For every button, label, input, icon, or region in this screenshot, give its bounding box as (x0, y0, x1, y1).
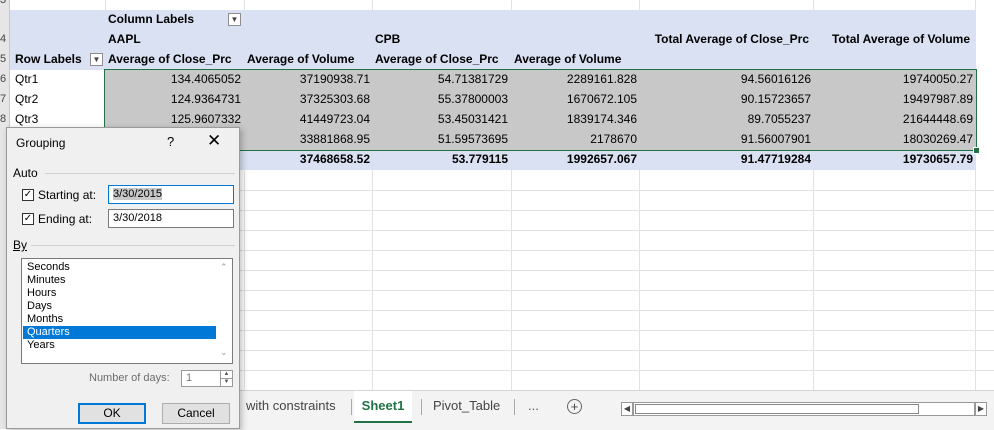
add-sheet-button[interactable]: + (567, 399, 582, 414)
dialog-title: Grouping (16, 136, 66, 150)
header-aapl-avg-close: Average of Close_Prc (108, 52, 232, 66)
close-icon[interactable]: ✕ (207, 131, 221, 151)
ok-button[interactable]: OK (78, 403, 146, 424)
tab-divider (351, 399, 352, 415)
scrollbar-thumb[interactable] (635, 404, 919, 414)
list-item[interactable]: Days (23, 300, 216, 313)
header-total-avg-close: Total Average of Close_Prc (654, 32, 809, 46)
auto-group-label: Auto (13, 166, 38, 180)
row-labels-filter-button[interactable]: ▼ (90, 53, 103, 66)
row-number[interactable]: 3 (0, 0, 9, 6)
list-item[interactable]: Years (23, 339, 216, 352)
starting-at-input[interactable]: 3/30/2015 (108, 185, 234, 204)
table-cell[interactable]: 19730657.79 (813, 150, 973, 169)
group-header-aapl: AAPL (108, 32, 141, 46)
row-label-qtr2[interactable]: Qtr2 (15, 90, 38, 109)
header-total-avg-volume: Total Average of Volume (831, 32, 970, 46)
tab-with-constraints[interactable]: with constraints (240, 391, 342, 421)
by-listbox[interactable]: Seconds Minutes Hours Days Months Quarte… (21, 258, 233, 364)
listbox-scrollbar[interactable]: ⌃ ⌄ (216, 259, 232, 363)
header-cpb-avg-volume: Average of Volume (514, 52, 622, 66)
grouping-dialog: Grouping ? ✕ Auto ✓ Starting at: 3/30/20… (6, 127, 240, 429)
ending-at-checkbox[interactable]: ✓ (22, 213, 34, 225)
tab-divider (514, 399, 515, 415)
help-button[interactable]: ? (167, 134, 174, 149)
row-number[interactable]: 6 (0, 73, 9, 85)
number-of-days-stepper[interactable]: 1 ▲ ▼ (181, 370, 233, 387)
tab-divider (421, 399, 422, 415)
group-divider (31, 245, 235, 246)
starting-at-value: 3/30/2015 (113, 188, 162, 200)
group-divider (45, 173, 235, 174)
scroll-right-button[interactable]: ▶ (975, 402, 987, 416)
horizontal-scrollbar[interactable] (633, 402, 975, 416)
ending-at-input[interactable]: 3/30/2018 (108, 209, 234, 228)
chevron-down-icon[interactable]: ⌄ (220, 347, 228, 358)
list-item[interactable]: Seconds (23, 261, 216, 274)
ending-at-label: Ending at: (38, 212, 93, 226)
row-number[interactable]: 8 (0, 113, 9, 125)
chevron-up-icon[interactable]: ⌃ (220, 262, 228, 273)
header-cpb-avg-close: Average of Close_Prc (375, 52, 499, 66)
column-labels-filter-button[interactable]: ▼ (228, 13, 241, 26)
scroll-left-button[interactable]: ◀ (621, 402, 633, 416)
by-group-label: By (13, 238, 28, 252)
more-tabs-button[interactable]: ... (528, 391, 539, 421)
spin-up-icon[interactable]: ▲ (220, 371, 232, 378)
row-number[interactable]: 4 (0, 33, 9, 45)
sheet-tab-bar: with constraints Sheet1 Pivot_Table ... … (240, 390, 994, 430)
table-cell[interactable]: 37468658.52 (244, 150, 370, 169)
tab-sheet1[interactable]: Sheet1 (354, 391, 412, 423)
table-cell[interactable]: 91.47719284 (639, 150, 811, 169)
number-of-days-value: 1 (186, 372, 193, 384)
starting-at-label: Starting at: (38, 188, 97, 202)
number-of-days-label: Number of days: (89, 372, 170, 384)
row-number[interactable]: 7 (0, 93, 9, 105)
table-cell[interactable]: 1992657.067 (511, 150, 637, 169)
column-labels-header: Column Labels (108, 12, 195, 26)
starting-at-checkbox[interactable]: ✓ (22, 189, 34, 201)
list-item[interactable]: Minutes (23, 274, 216, 287)
table-cell[interactable]: 53.779115 (372, 150, 508, 169)
list-item-selected[interactable]: Quarters (23, 326, 216, 339)
row-labels-header: Row Labels (15, 52, 82, 66)
list-item[interactable]: Months (23, 313, 216, 326)
tab-pivot-table[interactable]: Pivot_Table (427, 391, 506, 421)
group-header-cpb: CPB (375, 32, 401, 46)
spin-down-icon[interactable]: ▼ (220, 378, 232, 386)
row-number[interactable]: 5 (0, 53, 9, 65)
header-aapl-avg-volume: Average of Volume (247, 52, 355, 66)
row-label-qtr1[interactable]: Qtr1 (15, 70, 38, 89)
fill-handle[interactable] (973, 147, 980, 154)
list-item[interactable]: Hours (23, 287, 216, 300)
cancel-button[interactable]: Cancel (162, 403, 230, 424)
